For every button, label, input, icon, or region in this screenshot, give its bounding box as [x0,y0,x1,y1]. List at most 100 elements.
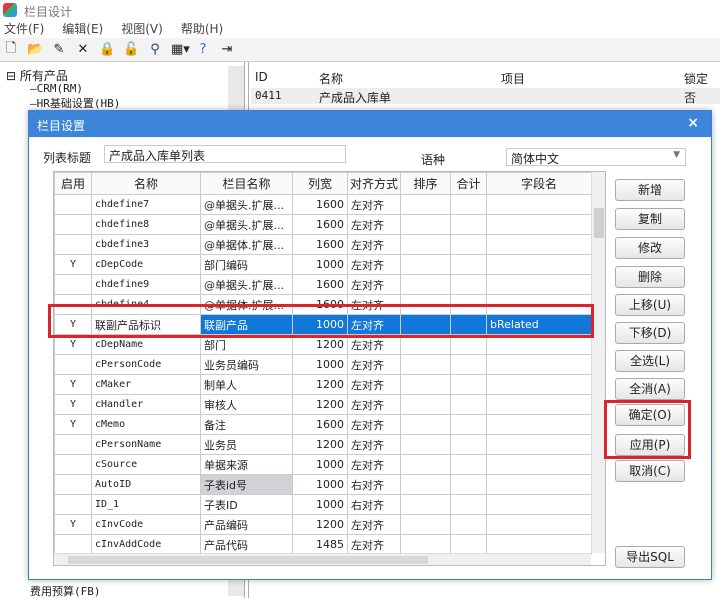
sum-cell[interactable] [450,534,487,555]
sum-cell[interactable] [450,214,487,235]
table-row[interactable]: cInvAddCode 产品代码 1485 左对齐 [54,534,592,555]
sum-cell[interactable] [450,254,487,275]
field-name-cell[interactable] [486,394,592,415]
field-name-cell[interactable] [486,294,592,315]
name-cell[interactable]: cMemo [91,414,201,435]
enabled-cell[interactable] [54,474,92,495]
column-name-cell[interactable]: 制单人 [200,374,293,395]
name-cell[interactable]: cbdefine3 [91,234,201,255]
sort-cell[interactable] [400,334,451,355]
tree-item-hr[interactable]: —HR基础设置(HB) [30,95,120,111]
field-name-cell[interactable]: bRelated [486,314,592,335]
sum-cell[interactable] [450,314,487,335]
column-header[interactable]: 合计 [450,172,487,195]
field-name-cell[interactable] [486,374,592,395]
field-name-cell[interactable] [486,194,592,215]
width-cell[interactable]: 1600 [292,214,348,235]
sum-cell[interactable] [450,514,487,535]
enabled-cell[interactable]: Y [54,314,92,335]
field-name-cell[interactable] [486,534,592,555]
column-name-cell[interactable]: 审核人 [200,394,293,415]
column-name-cell[interactable]: 子表ID [200,494,293,515]
column-header[interactable]: 栏目名称 [200,172,293,195]
menu-view[interactable]: 视图(V) [121,20,163,38]
cancel-button[interactable]: 取消(C) [615,460,685,482]
width-cell[interactable]: 1200 [292,394,348,415]
table-row[interactable]: YcDepCode 部门编码 1000 左对齐 [54,254,592,275]
enabled-cell[interactable]: Y [54,254,92,275]
unlock-icon[interactable]: 🔓 [123,42,139,57]
width-cell[interactable]: 1000 [292,254,348,275]
close-icon[interactable]: × [687,115,699,131]
width-cell[interactable]: 1485 [292,534,348,555]
sort-cell[interactable] [400,254,451,275]
ok-button[interactable]: 确定(O) [615,404,685,426]
tree-item-budget[interactable]: 费用预算(FB) [30,583,101,599]
name-cell[interactable]: ID_1 [91,494,201,515]
align-cell[interactable]: 左对齐 [347,514,401,535]
field-name-cell[interactable] [486,474,592,495]
name-cell[interactable]: AutoID [91,474,201,495]
list-title-input[interactable]: 产成品入库单列表 [104,145,346,163]
select-all-button[interactable]: 全选(L) [615,350,685,372]
sort-cell[interactable] [400,514,451,535]
width-cell[interactable]: 1600 [292,234,348,255]
table-row[interactable]: chdefine8 @单据头.扩展... 1600 左对齐 [54,214,592,235]
sum-cell[interactable] [450,434,487,455]
sort-cell[interactable] [400,494,451,515]
enabled-cell[interactable] [54,274,92,295]
enabled-cell[interactable] [54,494,92,515]
table-row[interactable]: YcDepName 部门 1200 左对齐 [54,334,592,355]
scroll-thumb[interactable] [594,208,604,238]
column-name-cell[interactable]: 联副产品 [200,314,293,335]
width-cell[interactable]: 1600 [292,194,348,215]
sort-cell[interactable] [400,354,451,375]
sort-cell[interactable] [400,414,451,435]
sort-cell[interactable] [400,234,451,255]
enabled-cell[interactable] [54,194,92,215]
align-cell[interactable]: 左对齐 [347,194,401,215]
column-name-cell[interactable]: @单据体.扩展... [200,294,293,315]
width-cell[interactable]: 1600 [292,274,348,295]
column-name-cell[interactable]: 部门编码 [200,254,293,275]
field-name-cell[interactable] [486,234,592,255]
lock-icon[interactable]: 🔒 [99,42,115,57]
name-cell[interactable]: cPersonCode [91,354,201,375]
sum-cell[interactable] [450,414,487,435]
apply-button[interactable]: 应用(P) [615,434,685,456]
table-row[interactable]: Y 联副产品标识 联副产品 1000 左对齐 bRelated [54,314,592,335]
enabled-cell[interactable]: Y [54,334,92,355]
sort-cell[interactable] [400,534,451,555]
export-sql-button[interactable]: 导出SQL [615,546,685,568]
enabled-cell[interactable] [54,354,92,375]
modify-button[interactable]: 修改 [615,237,685,259]
column-name-cell[interactable]: 单据来源 [200,454,293,475]
sort-cell[interactable] [400,374,451,395]
align-cell[interactable]: 左对齐 [347,214,401,235]
field-name-cell[interactable] [486,434,592,455]
field-name-cell[interactable] [486,494,592,515]
enabled-cell[interactable]: Y [54,394,92,415]
sort-cell[interactable] [400,394,451,415]
enabled-cell[interactable] [54,434,92,455]
column-name-cell[interactable]: 业务员编码 [200,354,293,375]
sum-cell[interactable] [450,194,487,215]
align-cell[interactable]: 左对齐 [347,354,401,375]
align-cell[interactable]: 左对齐 [347,534,401,555]
name-cell[interactable]: cbdefine4 [91,294,201,315]
width-cell[interactable]: 1000 [292,354,348,375]
column-name-cell[interactable]: 子表id号 [200,474,293,495]
column-name-cell[interactable]: @单据头.扩展... [200,274,293,295]
table-row[interactable]: ID_1 子表ID 1000 右对齐 [54,494,592,515]
table-row[interactable]: YcMaker 制单人 1200 左对齐 [54,374,592,395]
sort-cell[interactable] [400,314,451,335]
sum-cell[interactable] [450,234,487,255]
width-cell[interactable]: 1600 [292,414,348,435]
column-header[interactable]: 对齐方式 [347,172,401,195]
enabled-cell[interactable] [54,454,92,475]
name-cell[interactable]: cHandler [91,394,201,415]
menu-help[interactable]: 帮助(H) [181,20,223,38]
table-row[interactable]: cbdefine3 @单据体.扩展... 1600 左对齐 [54,234,592,255]
move-up-button[interactable]: 上移(U) [615,294,685,316]
width-cell[interactable]: 1200 [292,434,348,455]
